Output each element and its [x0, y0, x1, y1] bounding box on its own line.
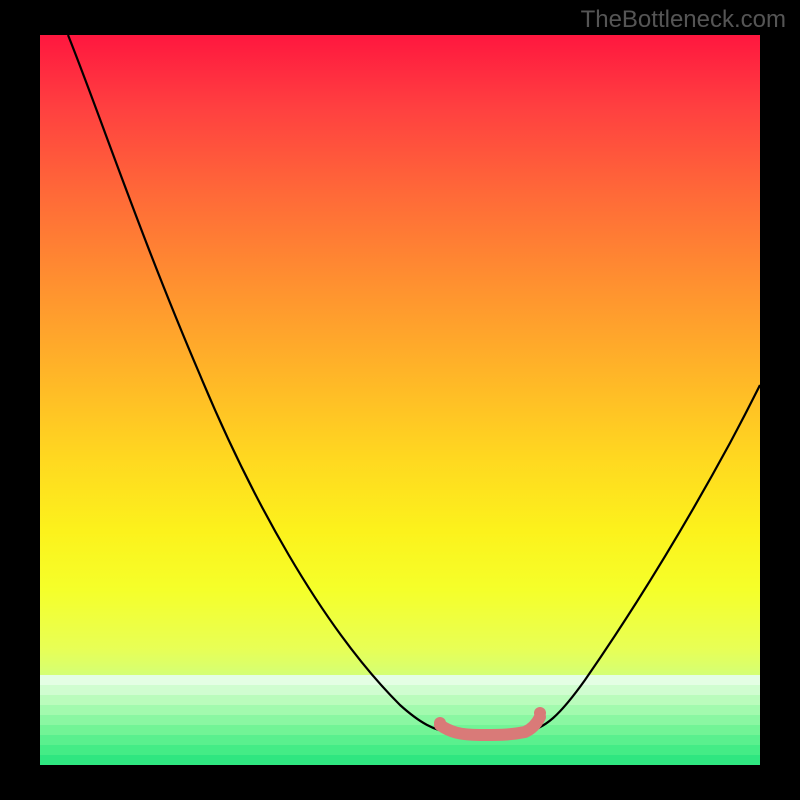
- curve-left-branch: [68, 35, 450, 732]
- chart-gradient-area: [40, 35, 760, 765]
- basin-right-dot: [534, 707, 546, 719]
- watermark-text: TheBottleneck.com: [581, 6, 786, 34]
- curve-right-branch: [525, 385, 760, 732]
- curve-basin-highlight: [440, 717, 540, 735]
- basin-left-dot: [434, 717, 446, 729]
- bottleneck-curve: [40, 35, 760, 765]
